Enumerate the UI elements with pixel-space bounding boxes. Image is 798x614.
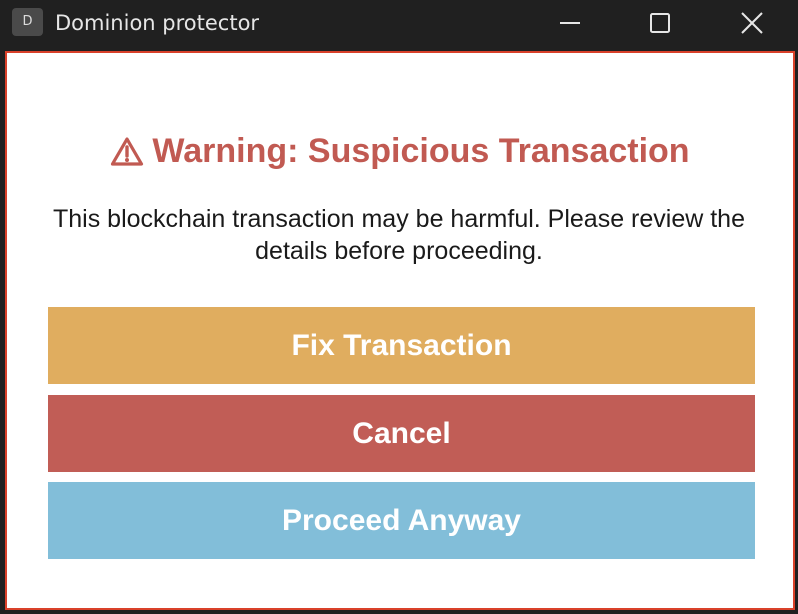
close-button[interactable]: [729, 0, 775, 46]
warning-icon: [111, 137, 144, 166]
proceed-anyway-button[interactable]: Proceed Anyway: [48, 482, 755, 559]
close-icon: [741, 12, 763, 34]
warning-message: This blockchain transaction may be harmf…: [53, 205, 745, 265]
maximize-button[interactable]: [637, 0, 683, 46]
warning-heading: Warning: Suspicious Transaction: [7, 129, 793, 173]
warning-heading-text: Warning: Suspicious Transaction: [152, 132, 690, 170]
title-bar: D Dominion protector: [0, 0, 798, 48]
fix-transaction-button[interactable]: Fix Transaction: [48, 307, 755, 384]
window-title: Dominion protector: [55, 11, 260, 35]
minimize-button[interactable]: [547, 0, 593, 46]
app-icon: D: [12, 8, 43, 36]
maximize-icon: [650, 13, 670, 33]
minimize-icon: [560, 22, 580, 24]
cancel-button[interactable]: Cancel: [48, 395, 755, 472]
dialog-content: Warning: Suspicious Transaction This blo…: [5, 51, 795, 610]
